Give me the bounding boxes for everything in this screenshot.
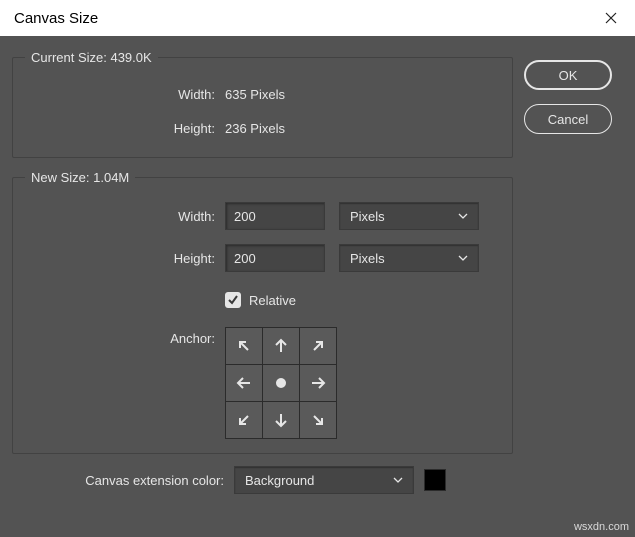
width-unit-value: Pixels bbox=[350, 209, 385, 224]
close-icon bbox=[605, 12, 617, 24]
arrow-down-icon bbox=[271, 410, 291, 430]
height-unit-value: Pixels bbox=[350, 251, 385, 266]
arrow-down-left-icon bbox=[234, 410, 254, 430]
anchor-center[interactable] bbox=[263, 365, 299, 401]
watermark: wsxdn.com bbox=[574, 521, 629, 533]
width-input[interactable] bbox=[225, 202, 325, 230]
current-width-value: 635 Pixels bbox=[225, 87, 285, 102]
new-size-legend: New Size: 1.04M bbox=[25, 170, 135, 185]
new-width-label: Width: bbox=[25, 209, 225, 224]
arrow-up-right-icon bbox=[308, 336, 328, 356]
relative-label: Relative bbox=[249, 293, 296, 308]
chevron-down-icon bbox=[458, 255, 468, 261]
ok-button[interactable]: OK bbox=[524, 60, 612, 90]
dot-icon bbox=[276, 378, 286, 388]
current-size-group: Current Size: 439.0K Width: 635 Pixels H… bbox=[12, 50, 513, 158]
anchor-bottom-right[interactable] bbox=[300, 402, 336, 438]
dialog-title: Canvas Size bbox=[14, 10, 587, 27]
extension-color-select[interactable]: Background bbox=[234, 466, 414, 494]
arrow-up-icon bbox=[271, 336, 291, 356]
cancel-button[interactable]: Cancel bbox=[524, 104, 612, 134]
arrow-left-icon bbox=[234, 373, 254, 393]
current-height-label: Height: bbox=[25, 121, 225, 136]
anchor-right[interactable] bbox=[300, 365, 336, 401]
arrow-up-left-icon bbox=[234, 336, 254, 356]
titlebar: Canvas Size bbox=[0, 0, 635, 36]
width-unit-select[interactable]: Pixels bbox=[339, 202, 479, 230]
arrow-right-icon bbox=[308, 373, 328, 393]
anchor-label: Anchor: bbox=[25, 327, 225, 346]
height-input[interactable] bbox=[225, 244, 325, 272]
current-width-label: Width: bbox=[25, 87, 225, 102]
extension-color-label: Canvas extension color: bbox=[34, 473, 234, 488]
anchor-bottom-left[interactable] bbox=[226, 402, 262, 438]
chevron-down-icon bbox=[458, 213, 468, 219]
check-icon bbox=[227, 294, 239, 306]
current-size-legend: Current Size: 439.0K bbox=[25, 50, 158, 65]
anchor-grid bbox=[225, 327, 337, 439]
current-height-value: 236 Pixels bbox=[225, 121, 285, 136]
anchor-top-left[interactable] bbox=[226, 328, 262, 364]
new-height-label: Height: bbox=[25, 251, 225, 266]
extension-color-value: Background bbox=[245, 473, 314, 488]
anchor-top[interactable] bbox=[263, 328, 299, 364]
height-unit-select[interactable]: Pixels bbox=[339, 244, 479, 272]
anchor-left[interactable] bbox=[226, 365, 262, 401]
relative-checkbox[interactable] bbox=[225, 292, 241, 308]
arrow-down-right-icon bbox=[308, 410, 328, 430]
close-button[interactable] bbox=[587, 0, 635, 36]
chevron-down-icon bbox=[393, 477, 403, 483]
extension-color-swatch[interactable] bbox=[424, 469, 446, 491]
new-size-group: New Size: 1.04M Width: Pixels Height: Pi… bbox=[12, 170, 513, 454]
anchor-bottom[interactable] bbox=[263, 402, 299, 438]
anchor-top-right[interactable] bbox=[300, 328, 336, 364]
